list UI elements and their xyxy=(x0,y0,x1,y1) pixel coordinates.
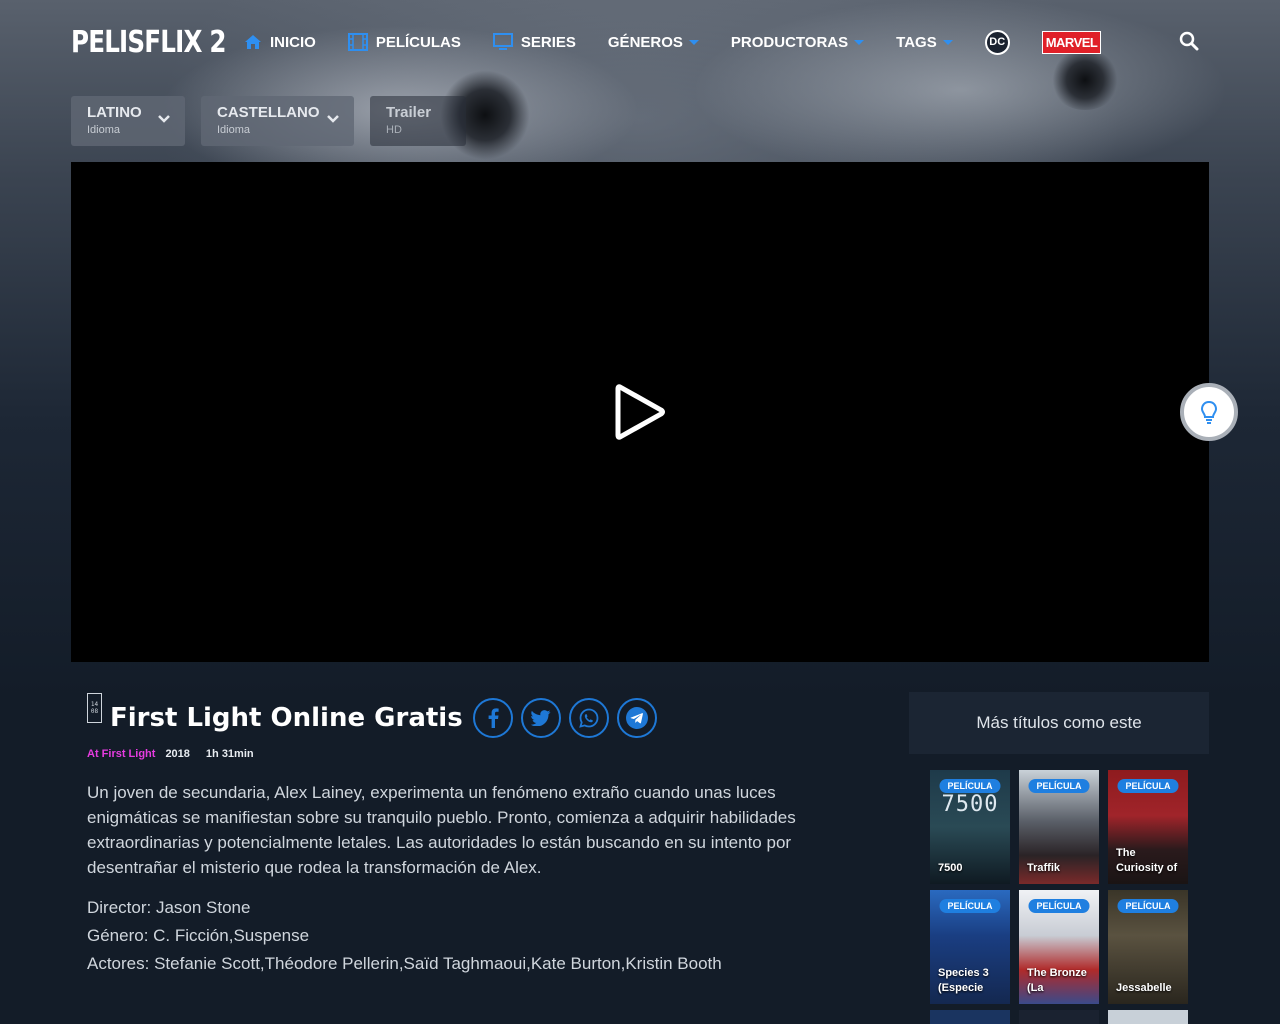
date-month: 08 xyxy=(90,708,99,715)
lights-toggle-button[interactable] xyxy=(1180,383,1238,441)
poster-text: 7500 xyxy=(941,792,999,817)
related-card[interactable]: PELÍCULA The Bronze (La xyxy=(1019,890,1099,1004)
lang-subtitle: Idioma xyxy=(217,124,251,136)
type-badge: PELÍCULA xyxy=(1117,779,1179,793)
related-card-partial[interactable] xyxy=(1108,1010,1188,1024)
share-telegram-button[interactable] xyxy=(616,698,657,738)
movie-meta: At First Light 2018 1h 31min xyxy=(87,748,867,760)
title-row: 14 08 First Light Online Gratis xyxy=(87,690,867,746)
card-title: Jessabelle xyxy=(1116,982,1172,994)
nav-label: PELÍCULAS xyxy=(375,33,461,51)
home-icon xyxy=(245,35,261,49)
type-badge: PELÍCULA xyxy=(1028,779,1090,793)
lang-title: CASTELLANO xyxy=(217,104,320,121)
sidebar-heading: Más títulos como este xyxy=(909,692,1209,754)
telegram-icon xyxy=(625,707,648,729)
share-whatsapp-button[interactable] xyxy=(568,698,609,738)
nav-item-series[interactable]: SERIES xyxy=(492,33,576,51)
duration: 1h 31min xyxy=(205,748,254,760)
twitter-icon xyxy=(530,710,551,726)
nav-label: SERIES xyxy=(520,33,576,51)
share-twitter-button[interactable] xyxy=(520,698,561,738)
play-button[interactable] xyxy=(614,382,666,446)
lang-subtitle: HD xyxy=(386,124,402,136)
lightbulb-icon xyxy=(1200,400,1218,424)
nav-item-generos[interactable]: GÉNEROS xyxy=(608,34,699,51)
facebook-icon xyxy=(488,708,499,728)
nav-label: TAGS xyxy=(896,33,937,51)
nav-label: PRODUCTORAS xyxy=(730,33,849,51)
card-title: 7500 xyxy=(938,862,963,874)
related-card-partial[interactable] xyxy=(1019,1010,1099,1024)
related-card[interactable]: PELÍCULA Traffik xyxy=(1019,770,1099,884)
whatsapp-icon xyxy=(578,708,599,728)
type-badge: PELÍCULA xyxy=(939,779,1001,793)
nav-label: INICIO xyxy=(270,33,316,51)
lang-subtitle: Idioma xyxy=(87,124,121,136)
type-badge: PELÍCULA xyxy=(939,899,1001,913)
site-header: PELISFLIX 2 INICIO PELÍCULAS SERIES GÉNE… xyxy=(71,14,1209,70)
release-year: 2018 xyxy=(165,748,190,760)
tv-icon xyxy=(492,33,513,50)
film-icon xyxy=(347,33,368,51)
marvel-logo-link[interactable]: MARVEL xyxy=(1041,30,1102,54)
actors: Actores: Stefanie Scott,Théodore Pelleri… xyxy=(87,954,722,973)
search-icon xyxy=(1179,31,1199,51)
lang-title: Trailer xyxy=(386,104,432,121)
site-logo[interactable]: PELISFLIX 2 xyxy=(71,25,226,60)
related-card-partial[interactable] xyxy=(930,1010,1010,1024)
card-title: Traffik xyxy=(1027,862,1061,874)
director: Director: Jason Stone xyxy=(87,898,251,917)
caret-down-icon xyxy=(854,39,865,45)
date-badge: 14 08 xyxy=(87,693,102,723)
credits: Director: Jason Stone Género: C. Ficción… xyxy=(87,894,867,978)
related-card[interactable]: PELÍCULA Species 3 (Especie xyxy=(930,890,1010,1004)
date-day: 14 xyxy=(90,701,99,708)
video-player[interactable] xyxy=(71,162,1209,662)
caret-down-icon xyxy=(688,39,699,45)
type-badge: PELÍCULA xyxy=(1028,899,1090,913)
nav-item-peliculas[interactable]: PELÍCULAS xyxy=(347,33,461,51)
play-icon xyxy=(615,384,665,440)
chevron-down-icon xyxy=(327,115,339,123)
lang-tab-castellano[interactable]: CASTELLANO Idioma xyxy=(201,96,354,146)
related-card[interactable]: 7500 PELÍCULA 7500 xyxy=(930,770,1010,884)
card-title: The Bronze (La xyxy=(1027,967,1087,994)
lang-tab-trailer[interactable]: Trailer HD xyxy=(370,96,466,146)
related-card[interactable]: PELÍCULA Jessabelle xyxy=(1108,890,1188,1004)
related-card[interactable]: PELÍCULA The Curiosity of xyxy=(1108,770,1188,884)
nav-label: GÉNEROS xyxy=(607,33,683,51)
main-nav: INICIO PELÍCULAS SERIES GÉNEROS PRODUCTO… xyxy=(244,29,1102,55)
type-badge: PELÍCULA xyxy=(1117,899,1179,913)
card-title: Species 3 (Especie xyxy=(938,967,989,994)
page-title: First Light Online Gratis xyxy=(110,703,463,733)
share-facebook-button[interactable] xyxy=(472,698,513,738)
card-title: The Curiosity of xyxy=(1116,847,1178,874)
nav-item-tags[interactable]: TAGS xyxy=(896,34,953,51)
dc-logo-link[interactable]: DC xyxy=(984,29,1010,55)
movie-info: 14 08 First Light Online Gratis At First… xyxy=(87,690,867,978)
language-tabs: LATINO Idioma CASTELLANO Idioma Trailer … xyxy=(71,96,466,146)
original-title-link[interactable]: At First Light xyxy=(87,748,155,760)
nav-item-productoras[interactable]: PRODUCTORAS xyxy=(730,33,865,51)
search-button[interactable] xyxy=(1179,31,1199,55)
synopsis: Un joven de secundaria, Alex Lainey, exp… xyxy=(87,783,796,877)
genre: Género: C. Ficción,Suspense xyxy=(87,926,310,945)
caret-down-icon xyxy=(942,39,953,45)
nav-item-inicio[interactable]: INICIO xyxy=(244,34,316,51)
lang-tab-latino[interactable]: LATINO Idioma xyxy=(71,96,185,146)
chevron-down-icon xyxy=(158,115,170,123)
